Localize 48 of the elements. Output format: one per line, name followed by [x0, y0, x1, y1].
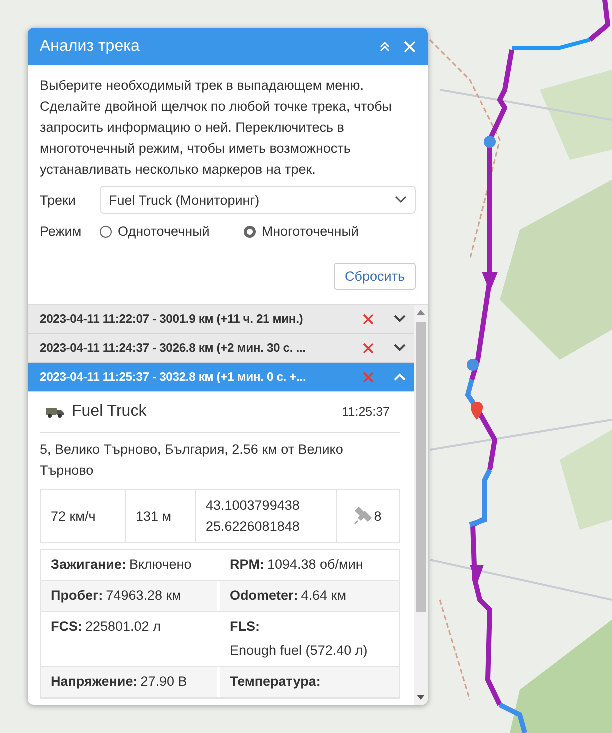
mode-radio[interactable]: Многоточечный: [244, 224, 359, 239]
sensor-label: Пробег:: [51, 588, 104, 604]
sensor-value: 1094.38 об/мин: [268, 557, 364, 573]
satellite-count: 8: [374, 508, 382, 526]
collapse-button[interactable]: [380, 40, 390, 52]
radio-icon[interactable]: [100, 226, 112, 238]
sensor-value: Enough fuel (572.40 л): [230, 643, 368, 659]
instructions-text: Выберите необходимый трек в выпадающем меню. Сделайте двойной щелчок по любой точке трека, чтобы запросить информацию о ней. Переключитесь в многоточечный режим, чтобы иметь возможность устанавливать несколько маркеров на трек.: [40, 77, 394, 179]
segment-header[interactable]: 2023-04-11 11:22:07 - 3001.9 км (+11 ч. 21 мин.): [28, 305, 414, 334]
sensor-value: 4.64 км: [301, 588, 346, 604]
sensor-label: RPM:: [230, 557, 264, 573]
coordinate-value: 25.6226081848: [206, 518, 301, 536]
reset-button[interactable]: Сбросить: [334, 263, 416, 290]
sensor-value: Включено: [129, 557, 192, 573]
window-title: Анализ трека: [40, 38, 141, 56]
tracks-label: Треки: [40, 192, 77, 208]
altitude-value: 131 м: [136, 508, 173, 526]
expand-icon[interactable]: [394, 315, 406, 323]
sensor-value: 74963.28 км: [106, 588, 182, 604]
sensor-label: Odometer:: [230, 588, 298, 604]
scroll-down-icon[interactable]: [417, 695, 425, 700]
vehicle-name: Fuel Truck: [72, 403, 148, 421]
scrollbar[interactable]: [414, 305, 428, 705]
sensor-label: FCS:: [51, 619, 82, 636]
expand-icon[interactable]: [394, 344, 406, 352]
sensor-label: Температура:: [230, 674, 321, 690]
collapse-icon[interactable]: [394, 373, 406, 381]
mode-radio[interactable]: Одноточечный: [100, 224, 210, 239]
remove-icon[interactable]: [363, 342, 374, 354]
sensor-label: Зажигание:: [51, 557, 126, 573]
coordinate-value: 43.1003799438: [206, 497, 301, 515]
tracks-dropdown[interactable]: Fuel Truck (Мониторинг): [100, 186, 416, 214]
sensor-value: 225801.02 л: [86, 619, 161, 636]
dropdown-caret-icon: [395, 196, 407, 204]
segment-header[interactable]: 2023-04-11 11:24:37 - 3026.8 км (+2 мин. 30 с. ...: [28, 334, 414, 363]
sensor-label: Напряжение:: [51, 674, 138, 690]
truck-icon: [46, 406, 64, 418]
satellite-icon: [354, 507, 372, 525]
radio-icon[interactable]: [244, 226, 256, 238]
speed-value: 72 км/ч: [51, 508, 97, 526]
scroll-up-icon[interactable]: [417, 310, 425, 315]
address-text: 5, Велико Търново, България, 2.56 км от Велико Търново: [40, 441, 344, 480]
point-time: 11:25:37: [342, 405, 391, 419]
close-button[interactable]: [404, 40, 416, 52]
sensor-value: 27.90 В: [140, 674, 188, 690]
sensor-label: FLS:: [230, 619, 260, 635]
mode-label: Режим: [40, 224, 83, 239]
remove-icon[interactable]: [363, 314, 374, 324]
